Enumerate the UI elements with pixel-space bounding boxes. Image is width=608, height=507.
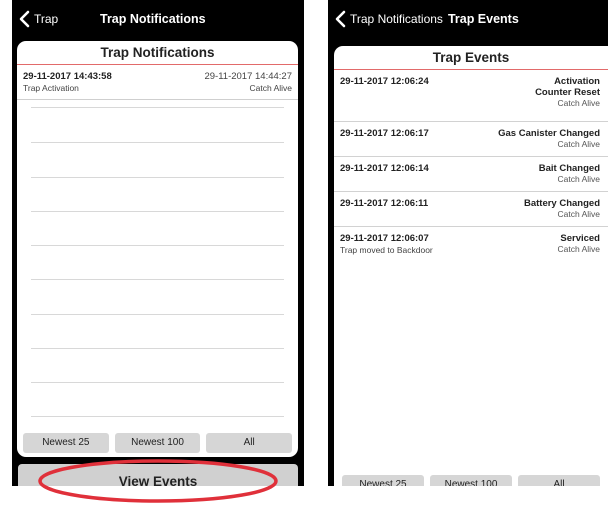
card-title: Trap Events: [334, 46, 608, 70]
events-card: Trap Events 29-11-2017 12:06:24 Activati…: [334, 46, 608, 486]
empty-row-divider: [31, 416, 284, 417]
nav-title: Trap Notifications: [100, 12, 206, 26]
trap-notifications-screen: Trap Trap Notifications Trap Notificatio…: [12, 0, 304, 486]
notification-status: Catch Alive: [249, 83, 292, 93]
event-datetime: 29-11-2017 12:06:24: [340, 76, 429, 87]
notification-type: Trap Activation: [23, 83, 79, 93]
empty-row-divider: [31, 382, 284, 383]
empty-row-divider: [31, 211, 284, 212]
filter-all-button[interactable]: All: [518, 475, 600, 486]
nav-title: Trap Events: [447, 12, 519, 26]
event-status: Catch Alive: [557, 244, 600, 254]
event-name: Gas Canister Changed: [498, 128, 600, 139]
event-status: Catch Alive: [557, 98, 600, 108]
event-details: Bait Changed Catch Alive: [539, 163, 600, 185]
back-label: Trap Notifications: [350, 12, 443, 26]
empty-row-divider: [31, 245, 284, 246]
notification-datetime: 29-11-2017 14:43:58: [23, 71, 112, 82]
event-details: Activation Counter Reset Catch Alive: [535, 76, 600, 109]
event-row[interactable]: 29-11-2017 12:06:07 Trap moved to Backdo…: [334, 227, 608, 263]
event-datetime: 29-11-2017 12:06:07: [340, 233, 429, 244]
event-status: Catch Alive: [557, 174, 600, 184]
event-name-continued: Counter Reset: [535, 87, 600, 98]
nav-bar: Trap Notifications Trap Events: [328, 0, 608, 38]
filter-newest-25-button[interactable]: Newest 25: [23, 433, 109, 453]
empty-row-divider: [31, 107, 284, 108]
view-events-button[interactable]: View Events: [18, 464, 298, 486]
empty-row-divider: [31, 177, 284, 178]
empty-row-divider: [31, 314, 284, 315]
event-status: Catch Alive: [557, 139, 600, 149]
back-label: Trap: [34, 12, 59, 26]
filter-newest-25-button[interactable]: Newest 25: [342, 475, 424, 486]
event-datetime: 29-11-2017 12:06:17: [340, 128, 429, 139]
nav-bar: Trap Trap Notifications: [12, 0, 304, 38]
trap-events-screen: Trap Notifications Trap Events Trap Even…: [328, 0, 608, 486]
event-row[interactable]: 29-11-2017 12:06:11 Battery Changed Catc…: [334, 192, 608, 227]
event-name: Activation: [554, 76, 600, 87]
event-row[interactable]: 29-11-2017 12:06:14 Bait Changed Catch A…: [334, 157, 608, 192]
event-row[interactable]: 29-11-2017 12:06:24 Activation Counter R…: [334, 70, 608, 122]
empty-row-divider: [31, 279, 284, 280]
notifications-card: Trap Notifications 29-11-2017 14:43:58 T…: [17, 41, 298, 457]
event-details: Gas Canister Changed Catch Alive: [498, 128, 600, 150]
card-title: Trap Notifications: [17, 41, 298, 65]
chevron-left-icon: [335, 10, 346, 28]
event-name: Bait Changed: [538, 163, 600, 174]
back-button[interactable]: Trap: [12, 10, 58, 28]
filter-segmented-control: Newest 25 Newest 100 All: [23, 433, 293, 453]
notification-row[interactable]: 29-11-2017 14:43:58 Trap Activation 29-1…: [17, 65, 298, 100]
empty-row-divider: [31, 348, 284, 349]
filter-newest-100-button[interactable]: Newest 100: [114, 433, 201, 453]
event-status: Catch Alive: [557, 209, 600, 219]
filter-newest-100-button[interactable]: Newest 100: [430, 475, 512, 486]
notification-right-datetime: 29-11-2017 14:44:27: [204, 71, 292, 82]
event-datetime: 29-11-2017 12:06:11: [340, 198, 429, 209]
event-details: Battery Changed Catch Alive: [524, 198, 600, 220]
event-name: Battery Changed: [523, 198, 600, 209]
filter-segmented-control: Newest 25 Newest 100 All: [342, 475, 600, 486]
back-button[interactable]: Trap Notifications: [328, 10, 443, 28]
chevron-left-icon: [19, 10, 30, 28]
event-datetime: 29-11-2017 12:06:14: [340, 163, 429, 174]
event-name: Serviced: [560, 233, 600, 244]
filter-all-button[interactable]: All: [206, 433, 293, 453]
event-details: Serviced Catch Alive: [557, 233, 600, 255]
empty-row-divider: [31, 142, 284, 143]
event-row[interactable]: 29-11-2017 12:06:17 Gas Canister Changed…: [334, 122, 608, 157]
event-note: Trap moved to Backdoor: [340, 245, 433, 255]
